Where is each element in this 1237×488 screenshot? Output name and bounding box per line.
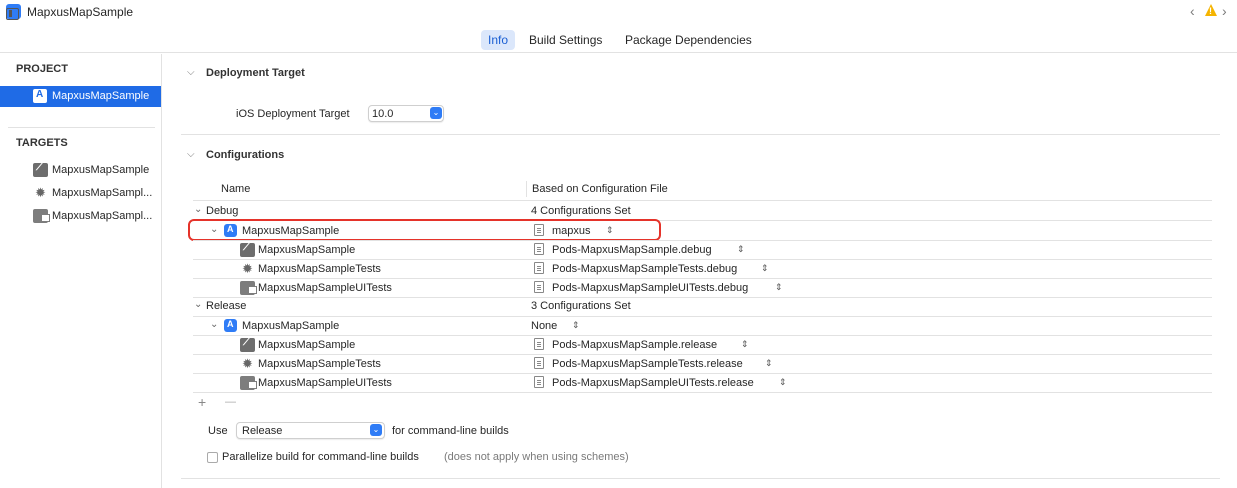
add-configuration-button[interactable]: + bbox=[198, 394, 206, 410]
popup-stepper-icon[interactable]: ⇕ bbox=[779, 377, 787, 388]
debug-config-label[interactable]: Debug bbox=[206, 205, 238, 217]
release-config-label[interactable]: Release bbox=[206, 300, 246, 312]
test-target-icon: ✹ bbox=[242, 356, 253, 371]
release-target-config[interactable]: Pods-MapxusMapSample.release bbox=[552, 339, 717, 351]
configurations-heading: Configurations bbox=[206, 149, 285, 161]
release-target-config[interactable]: Pods-MapxusMapSampleUITests.release bbox=[552, 377, 754, 389]
ui-test-target-icon bbox=[33, 209, 50, 223]
sidebar-divider bbox=[8, 127, 155, 128]
section-divider bbox=[181, 134, 1220, 135]
chevron-down-icon[interactable]: ⌵ bbox=[187, 67, 195, 78]
title-bar bbox=[0, 0, 1237, 26]
row-divider bbox=[193, 297, 1212, 298]
release-target-name: MapxusMapSample bbox=[258, 339, 356, 351]
app-target-icon bbox=[240, 242, 255, 257]
debug-target-name: MapxusMapSample bbox=[258, 244, 356, 256]
target-item-app[interactable]: MapxusMapSample bbox=[52, 164, 149, 176]
app-target-icon bbox=[240, 337, 255, 352]
release-target-name: MapxusMapSampleUITests bbox=[258, 377, 392, 389]
project-heading: PROJECT bbox=[16, 63, 68, 75]
config-file-icon bbox=[534, 243, 544, 255]
table-header-divider bbox=[193, 200, 1212, 201]
row-divider bbox=[193, 316, 1212, 317]
row-divider bbox=[193, 373, 1212, 374]
release-target-name: MapxusMapSampleTests bbox=[258, 358, 381, 370]
column-based-on-header[interactable]: Based on Configuration File bbox=[532, 183, 668, 195]
parallelize-note: (does not apply when using schemes) bbox=[444, 451, 629, 463]
row-divider bbox=[193, 335, 1212, 336]
project-icon bbox=[224, 319, 237, 332]
test-target-icon: ✹ bbox=[242, 261, 253, 276]
chevron-down-icon[interactable]: ⌄ bbox=[194, 299, 202, 310]
sidebar-toggle-icon[interactable] bbox=[6, 8, 19, 20]
tab-package-dependencies[interactable]: Package Dependencies bbox=[618, 30, 759, 50]
row-divider bbox=[193, 392, 1212, 393]
parallelize-checkbox[interactable] bbox=[207, 452, 218, 463]
target-item-uitests[interactable]: MapxusMapSampl... bbox=[52, 210, 152, 222]
remove-configuration-button[interactable]: — bbox=[225, 396, 236, 408]
warning-mark: ! bbox=[1209, 6, 1212, 16]
popup-stepper-icon[interactable]: ⇕ bbox=[741, 339, 749, 350]
release-project-config[interactable]: None bbox=[531, 320, 557, 332]
row-divider bbox=[193, 240, 1212, 241]
debug-config-summary: 4 Configurations Set bbox=[531, 205, 631, 217]
config-file-icon bbox=[534, 262, 544, 274]
ui-test-target-icon bbox=[240, 376, 257, 390]
row-divider bbox=[193, 278, 1212, 279]
project-icon bbox=[33, 89, 47, 103]
target-item-tests[interactable]: MapxusMapSampl... bbox=[52, 187, 152, 199]
column-name-header[interactable]: Name bbox=[221, 183, 250, 195]
ios-deployment-value: 10.0 bbox=[372, 108, 394, 120]
debug-target-name: MapxusMapSampleUITests bbox=[258, 282, 392, 294]
column-separator bbox=[526, 181, 527, 197]
deployment-heading: Deployment Target bbox=[206, 67, 305, 79]
app-target-icon bbox=[33, 162, 48, 177]
row-divider bbox=[193, 354, 1212, 355]
test-target-icon: ✹ bbox=[35, 185, 46, 200]
tab-build-settings[interactable]: Build Settings bbox=[522, 30, 609, 50]
command-line-config-value: Release bbox=[242, 425, 283, 437]
window-title: MapxusMapSample bbox=[27, 5, 134, 19]
targets-heading: TARGETS bbox=[16, 137, 68, 149]
popup-stepper-icon[interactable]: ⇕ bbox=[761, 263, 769, 274]
popup-stepper-icon[interactable]: ⇕ bbox=[765, 358, 773, 369]
popup-chevron-icon: ⌄ bbox=[430, 107, 442, 119]
forward-arrow-icon[interactable]: › bbox=[1222, 3, 1227, 19]
chevron-down-icon[interactable]: ⌄ bbox=[194, 204, 202, 215]
popup-stepper-icon[interactable]: ⇕ bbox=[775, 282, 783, 293]
project-item-label: MapxusMapSample bbox=[52, 90, 150, 102]
ios-deployment-label: iOS Deployment Target bbox=[236, 108, 350, 120]
config-file-icon bbox=[534, 338, 544, 350]
release-target-config[interactable]: Pods-MapxusMapSampleTests.release bbox=[552, 358, 743, 370]
project-targets-list bbox=[0, 54, 162, 488]
section-divider bbox=[181, 478, 1220, 479]
popup-stepper-icon[interactable]: ⇕ bbox=[572, 320, 580, 331]
chevron-down-icon[interactable]: ⌄ bbox=[210, 319, 218, 330]
tab-info[interactable]: Info bbox=[481, 30, 516, 50]
debug-target-config[interactable]: Pods-MapxusMapSampleTests.debug bbox=[552, 263, 737, 275]
config-file-icon bbox=[534, 376, 544, 388]
popup-chevron-icon: ⌄ bbox=[370, 424, 382, 436]
debug-target-config[interactable]: Pods-MapxusMapSample.debug bbox=[552, 244, 712, 256]
release-project-name: MapxusMapSample bbox=[242, 320, 340, 332]
use-label: Use bbox=[208, 425, 228, 437]
parallelize-label: Parallelize build for command-line build… bbox=[222, 451, 419, 463]
row-divider bbox=[193, 259, 1212, 260]
debug-target-config[interactable]: Pods-MapxusMapSampleUITests.debug bbox=[552, 282, 748, 294]
highlight-annotation-box bbox=[188, 219, 661, 241]
debug-target-name: MapxusMapSampleTests bbox=[258, 263, 381, 275]
release-config-summary: 3 Configurations Set bbox=[531, 300, 631, 312]
use-suffix-label: for command-line builds bbox=[392, 425, 509, 437]
config-file-icon bbox=[534, 281, 544, 293]
back-arrow-icon[interactable]: ‹ bbox=[1190, 3, 1195, 19]
ui-test-target-icon bbox=[240, 281, 257, 295]
config-file-icon bbox=[534, 357, 544, 369]
popup-stepper-icon[interactable]: ⇕ bbox=[737, 244, 745, 255]
chevron-down-icon[interactable]: ⌵ bbox=[187, 149, 195, 160]
